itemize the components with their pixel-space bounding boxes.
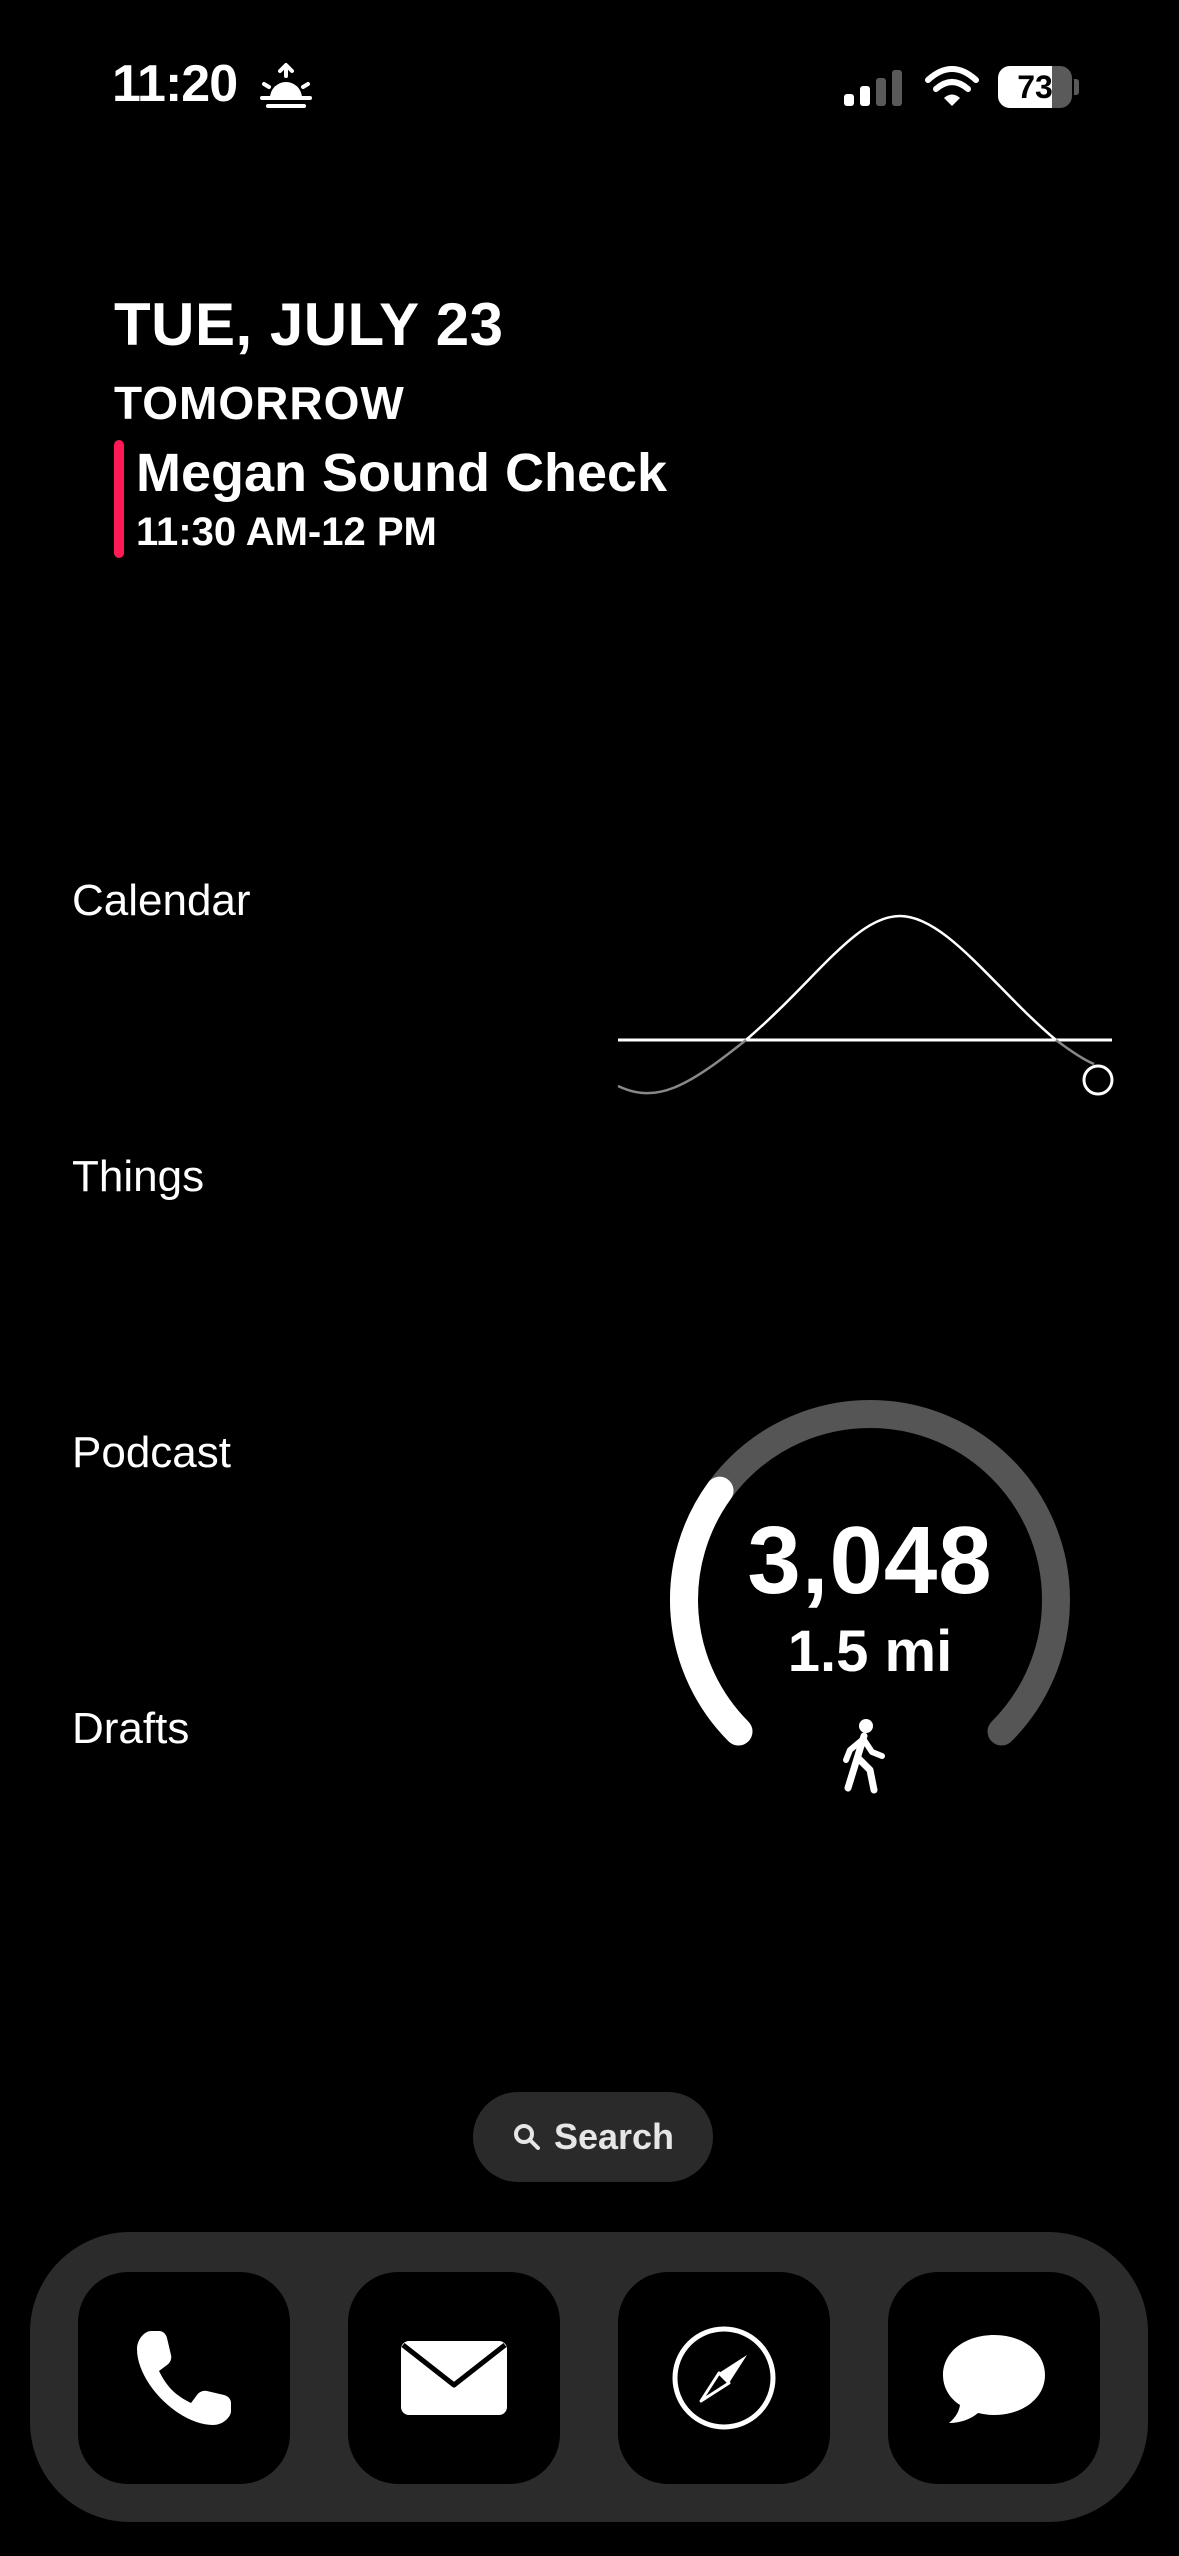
sun-wave-widget[interactable] xyxy=(616,900,1116,1120)
battery-icon: 73 xyxy=(998,66,1079,108)
event-color-bar xyxy=(114,440,124,558)
dock-app-safari[interactable] xyxy=(618,2272,830,2484)
status-time: 11:20 xyxy=(112,55,238,113)
wifi-icon xyxy=(925,66,979,106)
widget-day-label: TOMORROW xyxy=(114,377,405,429)
sun-position-marker xyxy=(1082,1064,1114,1096)
search-button[interactable]: Search xyxy=(473,2092,713,2182)
shortcut-podcast[interactable]: Podcast xyxy=(72,1428,231,1478)
phone-icon xyxy=(137,2331,231,2425)
search-icon xyxy=(513,2124,540,2150)
dock-app-messages[interactable] xyxy=(888,2272,1100,2484)
shortcut-things[interactable]: Things xyxy=(72,1152,204,1202)
sunrise-icon xyxy=(260,63,312,108)
steps-distance: 1.5 mi xyxy=(787,1619,953,1684)
event-time: 11:30 AM-12 PM xyxy=(136,510,437,554)
shortcut-calendar[interactable]: Calendar xyxy=(72,876,251,926)
widget-date: TUE, JULY 23 xyxy=(114,291,504,358)
shortcut-drafts[interactable]: Drafts xyxy=(72,1704,189,1754)
battery-level: 73 xyxy=(1017,69,1053,105)
dock-app-phone[interactable] xyxy=(78,2272,290,2484)
message-bubble-icon xyxy=(943,2335,1045,2423)
mail-icon xyxy=(401,2341,507,2415)
event-title: Megan Sound Check xyxy=(136,443,668,503)
search-label: Search xyxy=(553,2116,675,2157)
dock xyxy=(30,2232,1148,2522)
steps-count: 3,048 xyxy=(747,1507,993,1614)
cellular-signal-icon xyxy=(844,70,902,106)
compass-icon xyxy=(672,2326,776,2430)
walking-icon xyxy=(843,1719,885,1794)
dock-app-mail[interactable] xyxy=(348,2272,560,2484)
